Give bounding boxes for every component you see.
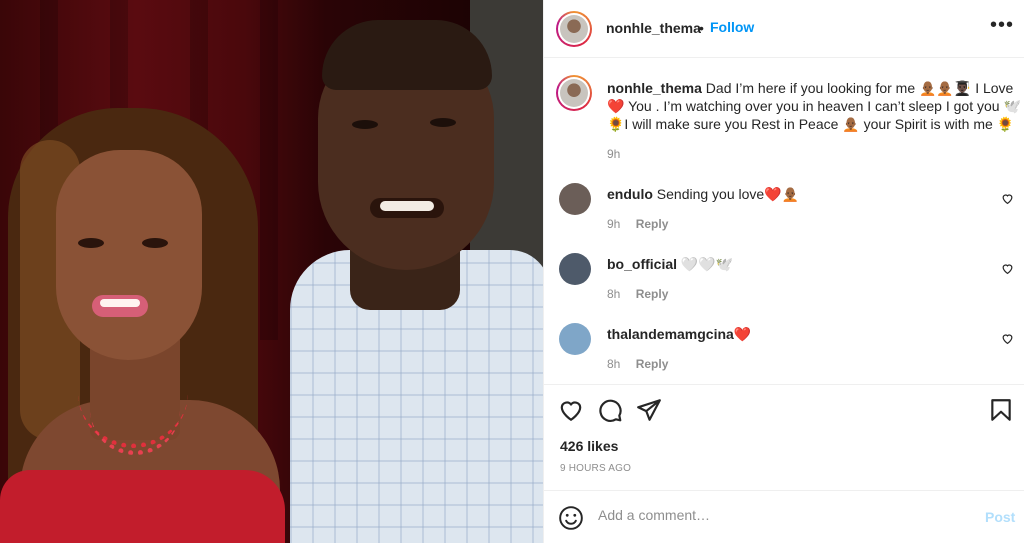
comment-time: 9h	[607, 217, 621, 231]
comment-like-heart-icon[interactable]	[1001, 332, 1014, 345]
author-username[interactable]: nonhle_thema	[606, 20, 701, 36]
comment-text: ❤️	[733, 326, 752, 342]
reply-button[interactable]: Reply	[636, 217, 669, 231]
likes-count[interactable]: 426 likes	[560, 438, 618, 454]
separator-dot: •	[699, 20, 704, 36]
comment-meta: 8h Reply	[607, 357, 668, 371]
comment-input[interactable]	[598, 507, 968, 523]
share-icon[interactable]	[636, 397, 662, 423]
man-eye	[352, 120, 378, 129]
comment-meta: 9h Reply	[607, 217, 668, 231]
post-photo[interactable]	[0, 0, 543, 543]
woman-eye	[78, 238, 104, 248]
post-panel: nonhle_thema • Follow ••• nonhle_thema D…	[543, 0, 1024, 543]
caption-time: 9h	[607, 147, 621, 161]
woman-dress	[0, 470, 285, 543]
comment-like-heart-icon[interactable]	[1001, 262, 1014, 275]
follow-button[interactable]: Follow	[710, 19, 754, 35]
curtain-fold	[260, 0, 278, 340]
comment-time: 8h	[607, 357, 621, 371]
post-actions: 426 likes 9 HOURS AGO	[544, 384, 1024, 490]
man-teeth	[380, 201, 434, 211]
caption-username[interactable]: nonhle_thema	[607, 80, 702, 96]
comment-meta: 8h Reply	[607, 287, 668, 301]
caption-avatar[interactable]	[556, 75, 592, 111]
add-comment-bar: Post	[544, 490, 1024, 543]
heart-icon[interactable]	[558, 397, 584, 423]
reply-button[interactable]: Reply	[636, 357, 669, 371]
comment-username[interactable]: thalandemamgcina	[607, 326, 734, 342]
woman-face	[56, 150, 202, 360]
comment-like-heart-icon[interactable]	[1001, 192, 1014, 205]
commenter-avatar[interactable]	[559, 323, 591, 355]
reply-button[interactable]: Reply	[636, 287, 669, 301]
comment-username[interactable]: bo_official	[607, 256, 677, 272]
comment-text: 🤍🤍🕊️	[680, 256, 734, 272]
caption: nonhle_thema Dad I’m here if you looking…	[607, 79, 1022, 133]
author-avatar[interactable]	[556, 11, 592, 47]
comment: endulo Sending you love❤️🧑🏾‍🦲	[607, 185, 987, 203]
more-icon[interactable]: •••	[990, 14, 1014, 37]
comment: bo_official 🤍🤍🕊️	[607, 255, 987, 273]
woman-eye	[142, 238, 168, 248]
man-eye	[430, 118, 456, 127]
comment-username[interactable]: endulo	[607, 186, 653, 202]
emoji-icon[interactable]	[558, 505, 584, 531]
woman-teeth	[100, 299, 140, 307]
post-time-ago: 9 HOURS AGO	[560, 463, 632, 474]
bookmark-icon[interactable]	[988, 397, 1014, 423]
post-header: nonhle_thema • Follow •••	[544, 0, 1024, 58]
comment: thalandemamgcina❤️	[607, 325, 987, 343]
man-hair	[322, 20, 492, 90]
comment-text: Sending you love❤️🧑🏾‍🦲	[656, 186, 800, 202]
comment-time: 8h	[607, 287, 621, 301]
commenter-avatar[interactable]	[559, 253, 591, 285]
comments-list[interactable]: nonhle_thema Dad I’m here if you looking…	[544, 59, 1024, 383]
commenter-avatar[interactable]	[559, 183, 591, 215]
comment-icon[interactable]	[597, 397, 623, 423]
post-button[interactable]: Post	[985, 509, 1015, 525]
